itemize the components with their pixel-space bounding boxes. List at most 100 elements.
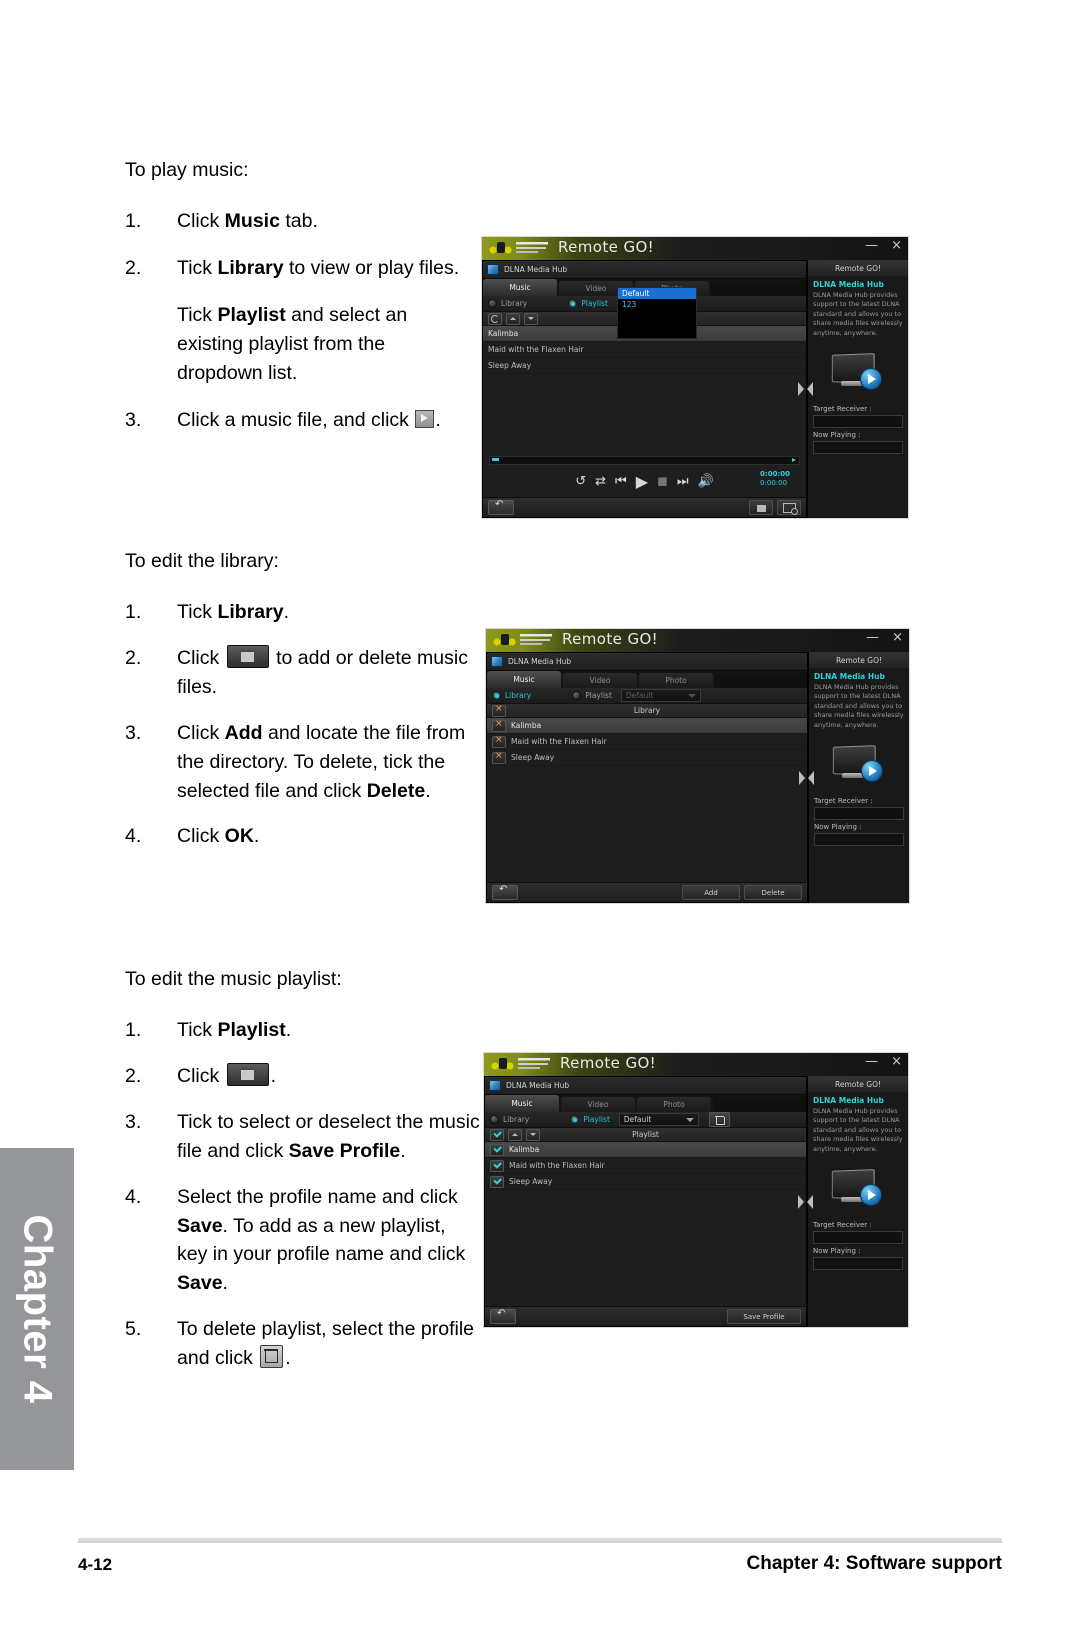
radio-playlist-label: Playlist	[581, 299, 608, 308]
radio-playlist[interactable]: Playlist	[572, 691, 612, 700]
track-checkbox[interactable]	[490, 1175, 504, 1188]
info-pane-heading: DLNA Media Hub	[813, 1096, 884, 1105]
target-receiver-field[interactable]	[813, 415, 903, 429]
move-down-icon[interactable]	[524, 312, 538, 325]
playlist-combo[interactable]: Default	[618, 1113, 699, 1126]
previous-icon[interactable]: ⏮	[615, 474, 627, 489]
stop-icon[interactable]: ◼	[657, 474, 668, 489]
collapse-left-arrow-icon[interactable]	[798, 382, 804, 396]
now-playing-label: Now Playing :	[813, 431, 861, 440]
volume-icon[interactable]: 🔊	[698, 474, 714, 489]
close-icon[interactable]: ×	[891, 239, 902, 252]
seek-bar[interactable]	[489, 456, 800, 465]
list-empty-space	[485, 1190, 806, 1310]
delete-button[interactable]: Delete	[744, 885, 802, 900]
back-button[interactable]	[492, 884, 518, 900]
delete-playlist-icon[interactable]	[708, 1112, 730, 1127]
shuffle-icon[interactable]: ⇄	[595, 474, 606, 489]
track-row[interactable]: Sleep Away	[485, 1174, 806, 1190]
chapter-side-tab-label: Chapter 4	[15, 1214, 60, 1404]
move-up-icon[interactable]	[508, 1128, 522, 1141]
radio-playlist[interactable]: Playlist	[568, 299, 608, 308]
now-playing-field[interactable]	[813, 441, 903, 455]
target-receiver-field[interactable]	[813, 1231, 903, 1245]
play-icon[interactable]: ▶	[636, 472, 648, 491]
repeat-icon[interactable]: ↺	[575, 474, 586, 489]
close-icon[interactable]: ×	[891, 1055, 902, 1068]
tab-video[interactable]: Video	[563, 673, 637, 688]
collapse-left-arrow-icon[interactable]	[798, 1194, 804, 1209]
track-checkbox[interactable]	[492, 751, 506, 764]
info-pane-title: Remote GO!	[808, 1076, 908, 1092]
tab-photo[interactable]: Photo	[637, 1097, 711, 1112]
step-text: Click .	[177, 1063, 277, 1088]
step-item: 1. Tick Library.	[125, 598, 475, 627]
radio-library[interactable]: Library	[492, 691, 531, 700]
radio-playlist[interactable]: Playlist	[570, 1115, 610, 1124]
track-checkbox[interactable]	[490, 1159, 504, 1172]
time-display: 0:00:00 0:00:00	[760, 470, 790, 488]
track-row[interactable]: Sleep Away	[487, 750, 807, 766]
refresh-icon[interactable]	[488, 312, 502, 325]
step-text: Click to add or delete music files.	[177, 645, 468, 699]
radio-library-label: Library	[505, 691, 532, 700]
track-row[interactable]: Maid with the Flaxen Hair	[487, 734, 807, 750]
manual-page: Chapter 4 To play music: 1. Click Music …	[0, 0, 1080, 1627]
tab-filler	[711, 281, 806, 296]
hub-bar: DLNA Media Hub	[483, 261, 806, 279]
tab-music[interactable]: Music	[485, 1095, 559, 1112]
window-buttons: — ×	[865, 1055, 902, 1068]
minimize-icon[interactable]: —	[865, 1055, 878, 1068]
minimize-icon[interactable]: —	[865, 239, 878, 252]
dropdown-option-default[interactable]: Default	[618, 288, 696, 299]
library-toggle-button[interactable]	[749, 500, 773, 515]
track-row[interactable]: Kalimba	[487, 718, 807, 734]
track-row[interactable]: Maid with the Flaxen Hair	[483, 342, 806, 358]
track-row[interactable]: Maid with the Flaxen Hair	[485, 1158, 806, 1174]
play-badge-icon	[861, 760, 883, 783]
track-row[interactable]: Sleep Away	[483, 358, 806, 374]
now-playing-field[interactable]	[814, 833, 904, 847]
select-all-checkbox[interactable]	[492, 704, 506, 717]
tab-video[interactable]: Video	[561, 1097, 635, 1112]
settings-button[interactable]	[777, 500, 801, 515]
track-checkbox[interactable]	[490, 1143, 504, 1156]
move-down-icon[interactable]	[526, 1128, 540, 1141]
hub-bar: DLNA Media Hub	[485, 1077, 806, 1095]
save-profile-button[interactable]: Save Profile	[727, 1309, 801, 1324]
playlist-dropdown-list[interactable]: Default 123	[617, 287, 697, 339]
minimize-icon[interactable]: —	[866, 631, 879, 644]
step-item: 4. Select the profile name and click Sav…	[125, 1183, 480, 1298]
back-button[interactable]	[490, 1308, 516, 1324]
move-up-icon[interactable]	[506, 312, 520, 325]
track-checkbox[interactable]	[492, 719, 506, 732]
select-all-checkbox[interactable]	[490, 1128, 504, 1141]
now-playing-field[interactable]	[813, 1257, 903, 1271]
app-screenshot-play-music: Remote GO! — × DLNA Media Hub Music Vide…	[482, 237, 908, 518]
tab-music[interactable]: Music	[483, 279, 557, 296]
tab-photo[interactable]: Photo	[639, 673, 713, 688]
radio-library-label: Library	[503, 1115, 530, 1124]
radio-library[interactable]: Library	[490, 1115, 529, 1124]
app-info-pane: Remote GO! DLNA Media Hub DLNA Media Hub…	[807, 1076, 908, 1327]
app-titlebar: Remote GO! — ×	[484, 1053, 908, 1076]
close-icon[interactable]: ×	[892, 631, 903, 644]
app-body: DLNA Media Hub Music Video Photo Library	[484, 1076, 908, 1327]
hub-label: DLNA Media Hub	[504, 265, 568, 274]
target-receiver-field[interactable]	[814, 807, 904, 821]
app-main-pane: DLNA Media Hub Music Video Photo Library	[486, 652, 808, 903]
add-button[interactable]: Add	[682, 885, 740, 900]
radio-library[interactable]: Library	[488, 299, 527, 308]
back-button[interactable]	[488, 499, 514, 515]
app-body: DLNA Media Hub Music Video Photo Library	[486, 652, 909, 903]
next-icon[interactable]: ⏭	[677, 474, 689, 489]
step-item: Tick Playlist and select an existing pla…	[125, 301, 475, 388]
collapse-left-arrow-icon[interactable]	[799, 770, 805, 785]
dropdown-option-123[interactable]: 123	[618, 299, 696, 310]
window-buttons: — ×	[866, 631, 903, 644]
track-row[interactable]: Kalimba	[485, 1142, 806, 1158]
app-titlebar: Remote GO! — ×	[482, 237, 908, 260]
app-footer-bar: Add Delete	[487, 882, 807, 902]
tab-music[interactable]: Music	[487, 671, 561, 688]
track-checkbox[interactable]	[492, 735, 506, 748]
